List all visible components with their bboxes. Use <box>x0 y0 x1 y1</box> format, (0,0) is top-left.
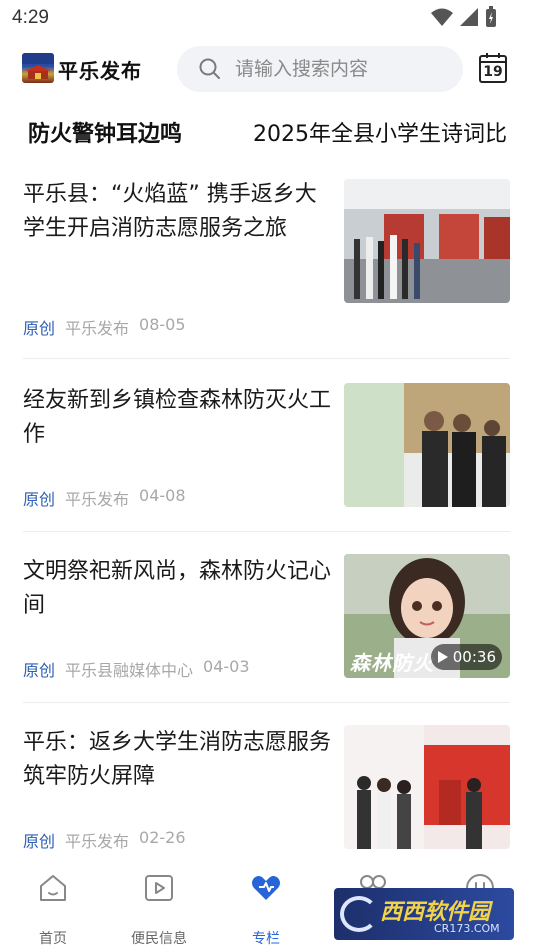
news-source: 平乐县融媒体中心 <box>65 661 194 680</box>
original-tag: 原创 <box>23 490 56 509</box>
news-title: 平乐县：“火焰蓝” 携手返乡大学生开启消防志愿服务之旅 <box>23 182 317 241</box>
battery-icon <box>486 6 496 27</box>
news-meta: 原创 平乐发布 08-05 <box>23 315 186 339</box>
nav-home[interactable]: 首页 <box>0 870 106 947</box>
news-title: 文明祭祀新风尚，森林防火记心间 <box>23 559 332 618</box>
news-title: 平乐：返乡大学生消防志愿服务筑牢防火屏障 <box>23 730 332 789</box>
watermark: 西西软件园 CR173.COM <box>334 888 514 940</box>
app-logo <box>22 53 54 83</box>
news-source: 平乐发布 <box>65 319 130 338</box>
original-tag: 原创 <box>23 661 56 680</box>
original-tag: 原创 <box>23 832 56 851</box>
news-date: 04-03 <box>203 657 250 676</box>
news-date: 08-05 <box>139 315 186 334</box>
news-title: 经友新到乡镇检查森林防灭火工作 <box>23 388 332 447</box>
news-source: 平乐发布 <box>65 490 130 509</box>
status-icons <box>431 6 497 28</box>
nav-services[interactable]: 便民信息 <box>106 870 212 947</box>
news-source: 平乐发布 <box>65 832 130 851</box>
video-badge: 00:36 <box>430 644 502 670</box>
news-meta: 原创 平乐发布 04-08 <box>23 486 186 510</box>
nav-label: 便民信息 <box>131 931 187 947</box>
watermark-logo <box>340 896 378 932</box>
topic-item[interactable]: 防火警钟耳边鸣 <box>28 116 182 148</box>
wifi-icon <box>431 8 453 26</box>
news-thumbnail <box>344 383 510 507</box>
search-bar[interactable] <box>177 46 463 92</box>
nav-label: 专栏 <box>252 931 280 947</box>
news-thumbnail <box>344 725 510 849</box>
thumbnail-caption: 森林防火 <box>350 651 434 675</box>
watermark-url: CR173.COM <box>434 922 500 935</box>
calendar-day: 19 <box>483 64 503 80</box>
status-bar: 4:29 <box>0 0 533 36</box>
home-icon <box>40 875 66 901</box>
calendar-button[interactable]: 19 <box>478 52 508 84</box>
nav-label: 首页 <box>39 931 67 947</box>
divider <box>23 358 510 359</box>
app-name: 平乐发布 <box>58 59 142 83</box>
nav-column[interactable]: 专栏 <box>213 870 319 947</box>
news-date: 04-08 <box>139 486 186 505</box>
search-icon <box>199 58 220 79</box>
app-header: 平乐发布 19 <box>0 40 533 98</box>
topic-item[interactable]: 2025年全县小学生诗词比 <box>253 116 507 148</box>
play-icon <box>437 651 448 663</box>
original-tag: 原创 <box>23 319 56 338</box>
news-thumbnail <box>344 179 510 303</box>
play-icon <box>145 875 173 901</box>
news-meta: 原创 平乐县融媒体中心 04-03 <box>23 657 250 681</box>
divider <box>23 702 510 703</box>
news-item[interactable]: 平乐县：“火焰蓝” 携手返乡大学生开启消防志愿服务之旅 原创 平乐发布 08-0… <box>0 170 533 359</box>
news-date: 02-26 <box>139 828 186 847</box>
search-input[interactable] <box>235 46 450 92</box>
divider <box>23 531 510 532</box>
signal-icon <box>460 8 478 26</box>
news-thumbnail[interactable]: 森林防火 00:36 <box>344 554 510 678</box>
news-meta: 原创 平乐发布 02-26 <box>23 828 186 852</box>
topic-scroller: 防火警钟耳边鸣 2025年全县小学生诗词比 <box>0 110 512 156</box>
status-time: 4:29 <box>12 7 49 28</box>
video-duration: 00:36 <box>452 648 496 666</box>
news-item[interactable]: 文明祭祀新风尚，森林防火记心间 原创 平乐县融媒体中心 04-03 森林防火 0… <box>0 545 533 717</box>
heart-icon <box>252 876 280 900</box>
news-item[interactable]: 经友新到乡镇检查森林防灭火工作 原创 平乐发布 04-08 <box>0 374 533 546</box>
